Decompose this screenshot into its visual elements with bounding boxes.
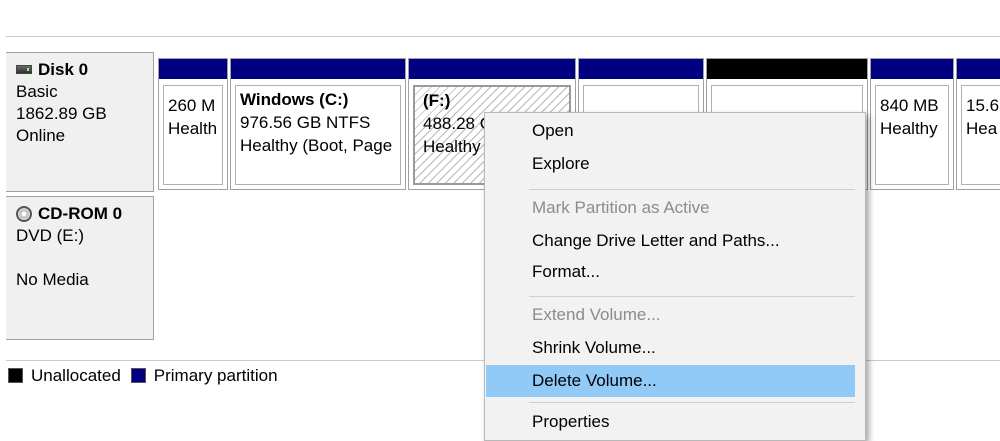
menu-separator — [529, 189, 855, 190]
menu-separator — [529, 296, 855, 297]
toolbar-area — [0, 0, 1000, 36]
partition-6[interactable]: 840 MB Healthy — [870, 58, 954, 190]
menu-item-open[interactable]: Open — [486, 115, 855, 147]
partition-name: (F:) — [423, 91, 451, 110]
partition-status: Healthy (Boot, Page — [240, 136, 393, 155]
menu-item-explore[interactable]: Explore — [486, 148, 855, 180]
legend-item-primary: Primary partition — [130, 365, 278, 386]
partition-7[interactable]: 15.6 Hea — [956, 58, 1000, 190]
disk-0-label[interactable]: Disk 0 Basic 1862.89 GB Online — [6, 52, 154, 192]
partition-type-bar — [957, 59, 1000, 79]
menu-item-properties[interactable]: Properties — [486, 406, 855, 438]
disk-0-size: 1862.89 GB — [16, 104, 107, 123]
menu-item-mark-active[interactable]: Mark Partition as Active — [486, 192, 855, 224]
cdrom-0-name: CD-ROM 0 — [38, 204, 123, 223]
menu-separator — [529, 402, 855, 403]
cdrom-0-title: CD-ROM 0 — [16, 203, 153, 225]
menu-item-change-drive-letter[interactable]: Change Drive Letter and Paths... — [486, 225, 855, 257]
unallocated-bar — [707, 59, 867, 79]
partition-type-bar — [871, 59, 953, 79]
partition-name: Windows (C:) — [240, 90, 349, 109]
partition-size: 260 M — [168, 96, 216, 115]
legend-label: Primary partition — [153, 365, 278, 385]
partition-1[interactable]: 260 M Health — [158, 58, 228, 190]
menu-item-shrink-volume[interactable]: Shrink Volume... — [486, 332, 855, 364]
legend-label: Unallocated — [31, 365, 121, 385]
disk-0-type: Basic — [16, 82, 58, 101]
legend-item-unallocated: Unallocated — [8, 366, 121, 386]
partition-windows-c[interactable]: Windows (C:) 976.56 GB NTFS Healthy (Boo… — [230, 58, 406, 190]
menu-item-extend-volume[interactable]: Extend Volume... — [486, 299, 855, 331]
cd-rom-icon — [16, 206, 32, 222]
partition-size: 976.56 GB NTFS — [240, 113, 371, 132]
cdrom-0-status: No Media — [16, 270, 89, 289]
partition-type-bar — [409, 59, 575, 79]
cdrom-0-label[interactable]: CD-ROM 0 DVD (E:) No Media — [6, 196, 154, 340]
partition-status: Health — [168, 119, 218, 138]
context-menu: Open Explore Mark Partition as Active Ch… — [484, 112, 866, 441]
menu-item-format[interactable]: Format... — [486, 256, 855, 288]
disk-0-status: Online — [16, 126, 66, 145]
partition-status: Healthy — [880, 119, 938, 138]
hard-disk-icon — [16, 64, 32, 74]
unallocated-swatch — [8, 368, 23, 383]
partition-status: Hea — [966, 119, 998, 138]
cdrom-0-type: DVD (E:) — [16, 226, 84, 245]
partition-type-bar — [579, 59, 703, 79]
partition-size: 15.6 — [966, 96, 1000, 115]
menu-item-delete-volume[interactable]: Delete Volume... — [486, 365, 855, 397]
disk-0-name: Disk 0 — [38, 60, 89, 79]
partition-type-bar — [159, 59, 227, 79]
partition-type-bar — [231, 59, 405, 79]
partition-size: 840 MB — [880, 96, 939, 115]
disk-0-title: Disk 0 — [16, 59, 153, 81]
primary-partition-swatch — [130, 368, 146, 383]
